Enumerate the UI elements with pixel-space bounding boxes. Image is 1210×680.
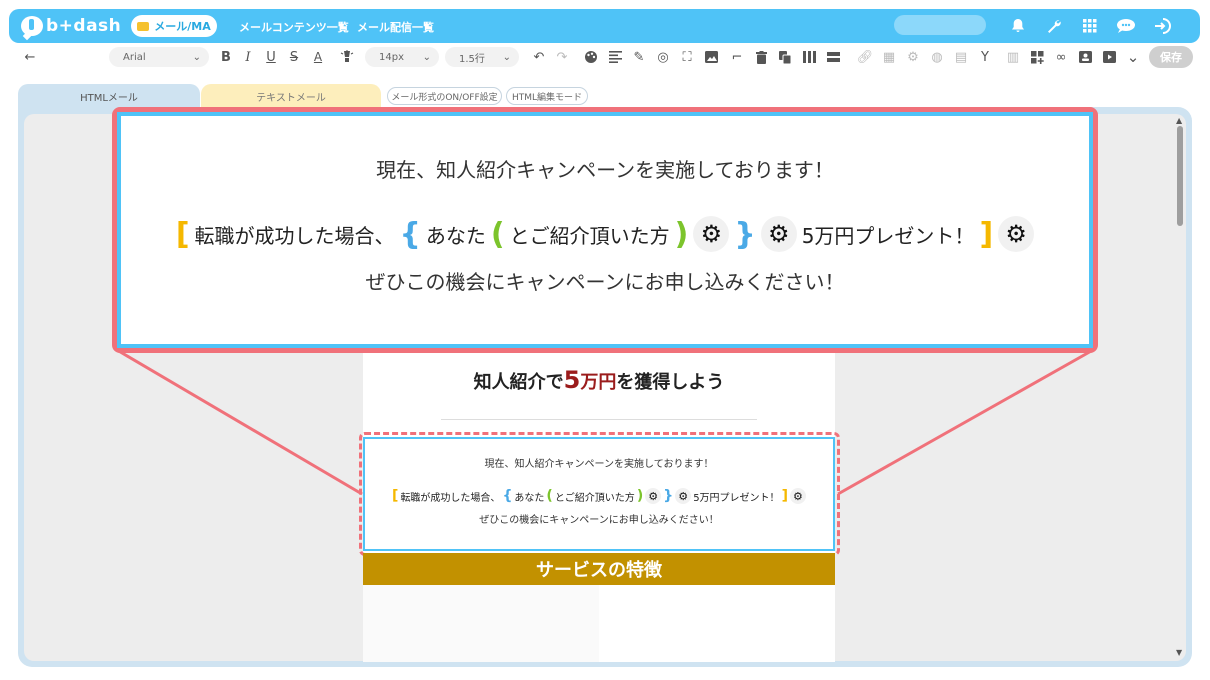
service-features-heading[interactable]: サービスの特徴	[363, 553, 835, 585]
mail-ma-label: メール/MA	[154, 20, 211, 33]
pen-icon[interactable]: ✎	[629, 46, 649, 68]
chevron-down-icon[interactable]: ⌄	[1123, 46, 1143, 68]
email-divider	[441, 419, 757, 420]
trash-icon[interactable]	[751, 46, 771, 68]
scroll-up-arrow-icon[interactable]: ▲	[1176, 116, 1182, 125]
palette-icon[interactable]	[581, 46, 601, 68]
logout-icon[interactable]	[1152, 15, 1174, 37]
undo-icon[interactable]: ↶	[529, 46, 549, 68]
bell-icon[interactable]	[1007, 15, 1029, 37]
bracket-blue-close: }	[734, 216, 756, 252]
campaign-line: 現在、知人紹介キャンペーンを実施しております！	[376, 158, 834, 182]
image-icon[interactable]	[701, 46, 721, 68]
columns-icon[interactable]	[799, 46, 819, 68]
underline-icon[interactable]: U	[262, 46, 280, 68]
email-column-right	[599, 585, 835, 662]
headline-suffix: を獲得しよう	[616, 372, 725, 393]
back-arrow-icon[interactable]: ←	[21, 46, 39, 68]
line-height-select[interactable]: 1.5行 ⌄	[445, 47, 519, 67]
bracket-yellow-open: [	[175, 216, 190, 252]
bracket-yellow-close: ]	[979, 216, 994, 252]
selection-dashed-outline	[359, 432, 840, 556]
font-size-select[interactable]: 14px ⌄	[365, 47, 439, 67]
highlight-icon[interactable]	[337, 46, 357, 68]
bar-chart-icon[interactable]: ▥	[1003, 46, 1023, 68]
font-color-icon[interactable]: A	[309, 46, 327, 68]
crop-icon[interactable]: ⌐	[727, 46, 747, 68]
chat-icon[interactable]	[1115, 15, 1137, 37]
scrollbar-thumb[interactable]	[1177, 126, 1183, 226]
logo-text: b+dash	[46, 16, 122, 36]
header-blurred-area	[894, 15, 986, 35]
editor-toolbar: ← Arial ⌄ B I U S A 14px ⌄ 1.5行 ⌄ ↶ ↷ ✎ …	[9, 43, 1200, 71]
mail-icon	[137, 21, 150, 31]
copy-icon[interactable]	[775, 46, 795, 68]
email-column-left	[363, 585, 599, 662]
font-family-select[interactable]: Arial ⌄	[109, 47, 209, 67]
redo-icon[interactable]: ↷	[552, 46, 572, 68]
bracket-green-close: )	[674, 216, 689, 252]
bracket-green-open: (	[490, 216, 505, 252]
merge-text-referred: とご紹介頂いた方	[509, 223, 670, 248]
headline-amount: 5	[563, 366, 581, 394]
mail-ma-button[interactable]: メール/MA	[131, 15, 217, 37]
video-icon[interactable]	[1099, 46, 1119, 68]
scroll-down-arrow-icon[interactable]: ▼	[1176, 648, 1182, 657]
bracket-blue-open: {	[399, 216, 421, 252]
tab-text-mail[interactable]: テキストメール	[201, 84, 381, 108]
zoom-callout-content: 現在、知人紹介キャンペーンを実施しております！ [ 転職が成功した場合、 { あ…	[117, 112, 1093, 348]
line-height-value: 1.5行	[459, 53, 485, 65]
logo-icon	[21, 16, 43, 36]
app-header: b+dash メール/MA メールコンテンツ一覧 メール配信一覧	[9, 9, 1200, 43]
merge-text-you: あなた	[425, 223, 486, 248]
link-gear-icon[interactable]: ∞	[1051, 46, 1071, 68]
gear-icon[interactable]: ⚙	[760, 216, 797, 252]
bold-icon[interactable]: B	[217, 46, 235, 68]
gear-icon[interactable]: ⚙	[998, 216, 1035, 252]
tab-html-mail[interactable]: HTMLメール	[18, 84, 200, 108]
apply-line: ぜひこの機会にキャンペーンにお申し込みください！	[365, 270, 845, 294]
database-icon[interactable]: ◍	[927, 46, 947, 68]
font-size-value: 14px	[379, 51, 404, 63]
chevron-down-icon: ⌄	[192, 51, 201, 63]
profile-card-icon[interactable]	[1075, 46, 1095, 68]
calendar-icon[interactable]: ▦	[879, 46, 899, 68]
gears-icon[interactable]: ⚙	[903, 46, 923, 68]
nav-mail-contents[interactable]: メールコンテンツ一覧	[239, 19, 349, 35]
gear-icon[interactable]: ⚙	[693, 216, 730, 252]
merge-tag-row: [ 転職が成功した場合、 { あなた ( とご紹介頂いた方 ) ⚙ } ⚙ 5万…	[121, 216, 1089, 252]
filter-icon[interactable]: Y	[975, 46, 995, 68]
headline-unit: 万円	[580, 372, 617, 393]
grid-icon[interactable]	[1079, 15, 1101, 37]
headline-prefix: 知人紹介で	[473, 372, 564, 393]
italic-icon[interactable]: I	[239, 46, 257, 68]
target-icon[interactable]: ◎	[653, 46, 673, 68]
merge-text-condition: 転職が成功した場合、	[194, 223, 395, 248]
wrench-icon[interactable]	[1043, 15, 1065, 37]
expand-icon[interactable]: ⛶	[677, 46, 697, 68]
chevron-down-icon: ⌄	[502, 51, 511, 63]
nav-mail-delivery[interactable]: メール配信一覧	[357, 19, 434, 35]
rows-icon[interactable]	[823, 46, 843, 68]
mail-format-toggle-button[interactable]: メール形式のON/OFF設定	[387, 87, 502, 105]
html-edit-mode-button[interactable]: HTML編集モード	[506, 87, 588, 105]
chevron-down-icon: ⌄	[422, 51, 431, 63]
logo[interactable]: b+dash	[21, 15, 121, 37]
save-button[interactable]: 保存	[1149, 46, 1193, 68]
edit-doc-icon[interactable]: ▤	[951, 46, 971, 68]
merge-text-reward: 5万円プレゼント！	[801, 223, 975, 248]
link-icon[interactable]: 🔗︎	[855, 46, 875, 68]
add-block-icon[interactable]	[1027, 46, 1047, 68]
align-icon[interactable]	[605, 46, 625, 68]
email-headline[interactable]: 知人紹介で5万円を獲得しよう	[363, 366, 835, 394]
strikethrough-icon[interactable]: S	[285, 46, 303, 68]
font-family-value: Arial	[123, 51, 146, 63]
